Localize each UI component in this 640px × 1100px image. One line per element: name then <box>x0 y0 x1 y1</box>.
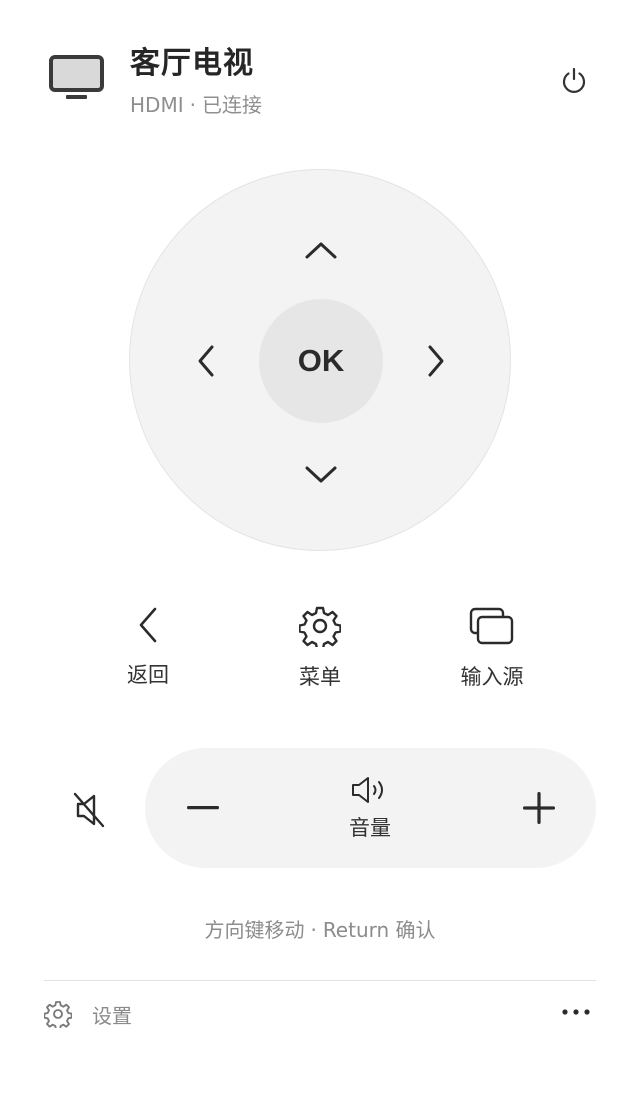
dpad: OK <box>129 169 511 551</box>
mute-icon <box>73 792 105 828</box>
dpad-down-button[interactable] <box>291 452 351 496</box>
connection-status: 已连接 <box>201 93 262 117</box>
speaker-icon <box>352 777 383 803</box>
gear-icon <box>299 606 341 647</box>
power-button[interactable] <box>556 62 592 98</box>
input-source-label: 输入源 <box>460 665 524 689</box>
dpad-left-button[interactable] <box>184 331 228 391</box>
menu-button[interactable]: 菜单 <box>260 605 380 691</box>
minus-icon <box>187 806 219 810</box>
menu-label: 菜单 <box>299 665 341 689</box>
dpad-up-button[interactable] <box>291 228 351 272</box>
back-label: 返回 <box>127 663 169 687</box>
plus-icon <box>523 792 555 824</box>
power-icon <box>562 67 586 93</box>
chevron-down-icon <box>305 466 337 483</box>
keyboard-hint: 方向键移动 · Return 确认 <box>0 914 640 943</box>
device-name: 客厅电视 <box>130 46 254 81</box>
tv-icon <box>48 54 106 102</box>
dpad-right-button[interactable] <box>414 331 458 391</box>
volume-up-button[interactable] <box>517 786 561 830</box>
chevron-right-icon <box>428 345 444 377</box>
settings-link[interactable]: 设置 <box>44 998 132 1030</box>
ok-button[interactable]: OK <box>259 299 383 423</box>
input-source-icon <box>469 607 514 645</box>
back-icon <box>139 607 157 643</box>
footer-divider <box>44 980 596 981</box>
volume-control: 音量 <box>145 748 596 868</box>
chevron-left-icon <box>198 345 214 377</box>
mute-button[interactable] <box>66 787 112 833</box>
volume-label: 音量 <box>349 816 391 840</box>
settings-label: 设置 <box>92 1003 132 1028</box>
hint-move: 方向键移动 <box>204 918 305 942</box>
back-button[interactable]: 返回 <box>88 605 208 689</box>
more-button[interactable] <box>558 996 594 1028</box>
input-source-button[interactable]: 输入源 <box>432 605 552 691</box>
volume-indicator: 音量 <box>320 776 420 842</box>
more-icon <box>562 1009 590 1015</box>
hint-separator: · <box>310 918 317 942</box>
chevron-up-icon <box>305 242 337 259</box>
device-status: HDMI · 已连接 <box>130 89 262 118</box>
volume-down-button[interactable] <box>181 786 225 830</box>
device-input: HDMI <box>130 93 184 117</box>
gear-icon <box>44 1001 72 1028</box>
status-separator: · <box>189 93 196 117</box>
hint-confirm: Return 确认 <box>322 918 436 942</box>
